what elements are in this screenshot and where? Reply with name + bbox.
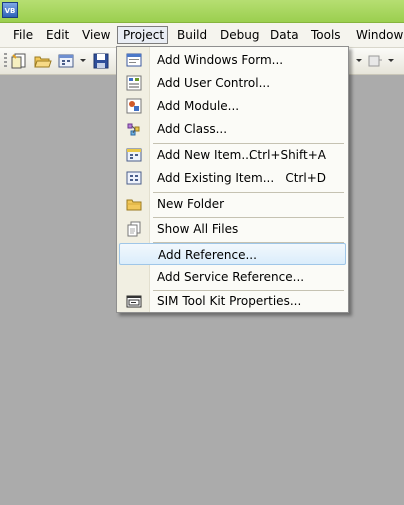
menu-item-label: New Folder bbox=[157, 197, 225, 211]
menu-item-add-user-control[interactable]: Add User Control... bbox=[119, 72, 346, 94]
menu-item-new-folder[interactable]: New Folder bbox=[119, 193, 346, 215]
menu-item-add-existing-item[interactable]: Add Existing Item... Ctrl+D bbox=[119, 167, 346, 189]
menu-item-add-module[interactable]: Add Module... bbox=[119, 95, 346, 117]
menu-item-add-windows-form[interactable]: Add Windows Form... bbox=[119, 49, 346, 71]
project-menu-dropdown: Add Windows Form... Add User Control... … bbox=[116, 46, 349, 313]
add-item-icon[interactable] bbox=[57, 52, 75, 70]
menu-edit[interactable]: Edit bbox=[41, 26, 74, 44]
menu-item-sim-tool-kit-properties[interactable]: SIM Tool Kit Properties... bbox=[119, 290, 346, 312]
properties-icon bbox=[126, 295, 142, 308]
menu-item-label: Add Existing Item... bbox=[157, 171, 275, 185]
toolbar-dropdown-arrow-icon[interactable] bbox=[356, 59, 362, 62]
menu-item-label: Add Module... bbox=[157, 99, 240, 113]
windows-form-icon bbox=[126, 53, 142, 67]
menu-build[interactable]: Build bbox=[172, 26, 212, 44]
menu-data[interactable]: Data bbox=[265, 26, 304, 44]
menu-project[interactable]: Project bbox=[117, 26, 168, 44]
menu-file[interactable]: File bbox=[8, 26, 38, 44]
menu-item-label: Add New Item... bbox=[157, 148, 253, 162]
menu-item-label: Add Service Reference... bbox=[157, 270, 305, 284]
menu-item-add-new-item[interactable]: Add New Item... Ctrl+Shift+A bbox=[119, 144, 346, 166]
title-bar: VB bbox=[0, 0, 404, 23]
module-icon bbox=[126, 98, 142, 114]
menu-item-label: Add User Control... bbox=[157, 76, 271, 90]
app-icon[interactable]: VB bbox=[2, 2, 18, 18]
menu-view[interactable]: View bbox=[77, 26, 115, 44]
toolbar-grip[interactable] bbox=[4, 53, 7, 69]
menu-tools[interactable]: Tools bbox=[306, 26, 346, 44]
open-folder-icon[interactable] bbox=[34, 52, 52, 70]
toolbar-options-icon[interactable] bbox=[366, 52, 384, 70]
menu-item-add-reference[interactable]: Add Reference... bbox=[119, 243, 346, 265]
menu-item-shortcut: Ctrl+D bbox=[285, 171, 326, 185]
menu-bar: File Edit View Project Build Debug Data … bbox=[0, 23, 404, 48]
add-item-dropdown-arrow-icon[interactable] bbox=[80, 59, 86, 62]
menu-item-shortcut: Ctrl+Shift+A bbox=[249, 148, 326, 162]
menu-item-label: Add Reference... bbox=[158, 248, 257, 262]
menu-item-show-all-files[interactable]: Show All Files bbox=[119, 218, 346, 240]
class-icon bbox=[127, 123, 140, 136]
show-all-files-icon bbox=[127, 221, 141, 237]
folder-icon bbox=[126, 199, 142, 211]
menu-item-label: SIM Tool Kit Properties... bbox=[157, 294, 302, 308]
save-icon[interactable] bbox=[92, 52, 110, 70]
menu-item-add-class[interactable]: Add Class... bbox=[119, 118, 346, 140]
menu-item-add-service-reference[interactable]: Add Service Reference... bbox=[119, 266, 346, 288]
user-control-icon bbox=[126, 75, 142, 91]
menu-item-label: Add Class... bbox=[157, 122, 228, 136]
menu-window[interactable]: Window bbox=[351, 26, 404, 44]
new-item-icon bbox=[126, 148, 142, 162]
menu-item-label: Show All Files bbox=[157, 222, 239, 236]
existing-item-icon bbox=[126, 171, 142, 185]
toolbar-overflow-arrow-icon[interactable] bbox=[388, 59, 394, 62]
menu-item-label: Add Windows Form... bbox=[157, 53, 284, 67]
menu-debug[interactable]: Debug bbox=[215, 26, 264, 44]
add-project-icon[interactable] bbox=[10, 52, 28, 70]
